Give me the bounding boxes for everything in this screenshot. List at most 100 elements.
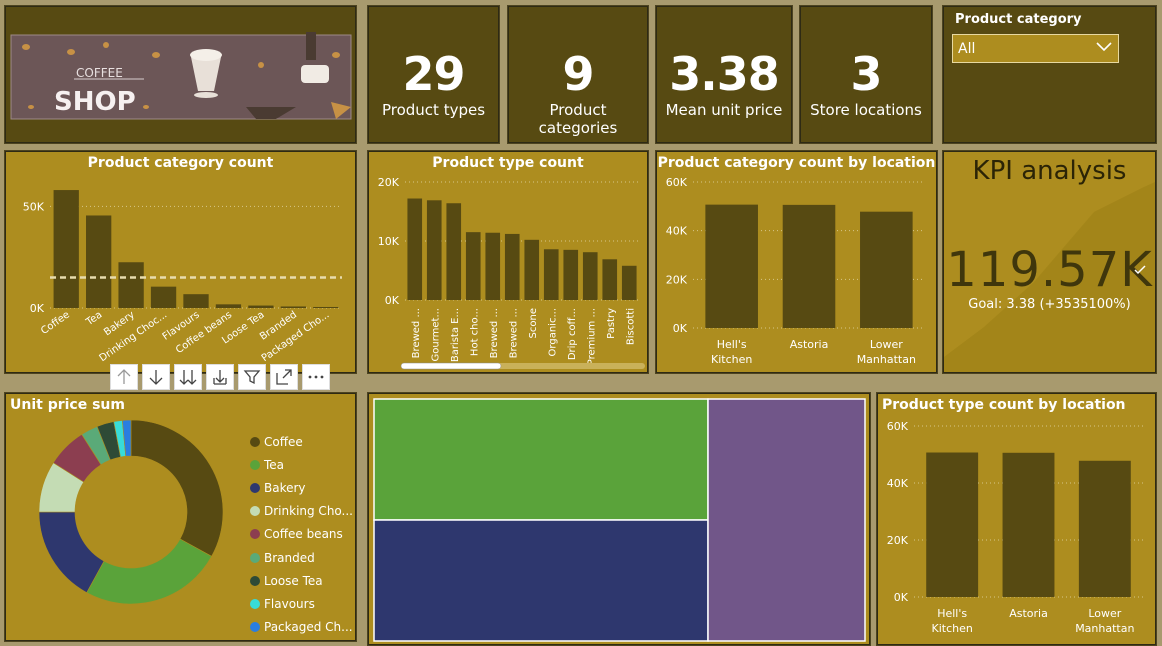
more-options-button[interactable] — [302, 364, 330, 390]
legend-swatch — [250, 552, 260, 563]
kpi-analysis-card[interactable]: KPI analysis 119.57K Goal: 3.38 (+353510… — [943, 151, 1156, 373]
legend-item[interactable]: Coffee beans — [250, 523, 353, 546]
x-tick-label: Drip coff... — [567, 308, 578, 360]
kpi-value: 3 — [850, 47, 882, 101]
bar — [926, 452, 979, 597]
x-tick-label: Biscotti — [625, 308, 636, 345]
more-options-icon — [308, 375, 324, 379]
legend-item[interactable]: Tea — [250, 453, 353, 476]
category-location-svg: 0K 20K 40K 60K Hell's Kitchen Astoria Lower Manh… — [666, 176, 925, 366]
bar — [602, 259, 618, 300]
kpi-card-mean-unit-price: 3.38 Mean unit price — [656, 6, 792, 143]
bar — [465, 232, 481, 300]
logo-tile: COFFEE SHOP — [5, 6, 356, 143]
kpi-value: 3.38 — [669, 47, 780, 101]
x-tick-label: Pastry — [606, 308, 617, 339]
legend-item[interactable]: Coffee — [250, 430, 353, 453]
bar — [705, 204, 758, 328]
bar — [150, 286, 177, 308]
legend-swatch — [250, 598, 260, 609]
treemap-tile-bakery[interactable] — [373, 519, 709, 642]
product-category-count-chart[interactable]: Product category count 0K 50K Coffee Tea Bak… — [5, 151, 356, 373]
legend-item[interactable]: Flavours — [250, 592, 353, 615]
check-icon — [1134, 265, 1146, 275]
bar — [313, 306, 339, 308]
expand-down-icon — [213, 370, 227, 385]
legend-item[interactable]: Loose Tea — [250, 569, 353, 592]
filter-icon — [243, 370, 261, 385]
kpi-analysis-value: 119.57K — [946, 242, 1153, 298]
category-by-location-chart[interactable]: Product category count by location 0K 20K… — [656, 151, 937, 373]
x-tick-label: Manhattan — [1075, 622, 1134, 635]
next-level-button[interactable] — [174, 364, 202, 390]
dropdown-value: All — [958, 41, 976, 57]
x-tick-label: Lower — [1088, 607, 1121, 620]
chart-title: Product type count — [432, 155, 584, 171]
filter-button[interactable] — [238, 364, 266, 390]
legend-item[interactable]: Branded — [250, 546, 353, 569]
focus-mode-button[interactable] — [270, 364, 298, 390]
category-count-svg: 0K50KCoffee TeaBakeryDrinking Choc...Flav… — [23, 190, 342, 364]
bar — [582, 252, 598, 300]
bar — [53, 190, 79, 308]
focus-mode-icon — [276, 369, 292, 385]
legend-label: Branded — [264, 550, 315, 565]
category-dropdown[interactable]: All — [952, 34, 1119, 63]
x-tick-label: Manhattan — [857, 353, 916, 366]
legend-item[interactable]: Packaged Ch... — [250, 616, 353, 639]
legend-swatch — [250, 459, 260, 470]
legend-swatch — [250, 575, 260, 586]
chevron-down-icon — [1096, 42, 1112, 52]
x-tick-label: Astoria — [1009, 607, 1048, 620]
expand-level-button[interactable] — [206, 364, 234, 390]
double-arrow-down-icon — [179, 370, 197, 385]
donut-slice — [130, 419, 224, 557]
x-tick-label: Tea — [84, 309, 105, 328]
kpi-analysis-title: KPI analysis — [972, 156, 1127, 186]
coffee-cup-icon — [301, 65, 329, 83]
y-tick-label: 0K — [894, 591, 909, 604]
visual-toolbar — [110, 364, 330, 390]
x-tick-label: Kitchen — [931, 622, 972, 635]
legend-label: Coffee beans — [264, 527, 343, 542]
type-location-svg: 0K 20K 40K 60K Hell's Kitchen Astoria Lower Manh… — [887, 420, 1143, 635]
legend-label: Tea — [264, 457, 285, 472]
x-tick-label: Lower — [870, 338, 903, 351]
x-tick-label: Barista E... — [450, 308, 461, 362]
x-tick-label: Coffee — [39, 309, 72, 337]
legend-item[interactable]: Bakery — [250, 476, 353, 499]
treemap-svg — [373, 398, 866, 642]
legend-label: Flavours — [264, 596, 315, 611]
bar — [860, 211, 913, 328]
drill-up-button[interactable] — [110, 364, 138, 390]
coffee-bottle-icon — [306, 32, 316, 60]
type-by-location-chart[interactable]: Product type count by location 0K 20K 40K 6… — [877, 393, 1156, 645]
legend-swatch — [250, 482, 260, 493]
kpi-value: 9 — [562, 47, 594, 101]
bar — [782, 204, 836, 328]
legend-label: Loose Tea — [264, 573, 323, 588]
scrollbar-thumb — [400, 362, 502, 370]
product-category-slicer: Product category All — [943, 6, 1156, 143]
donut-slice — [86, 538, 213, 605]
x-tick-label: Organic... — [547, 308, 558, 356]
legend-label: Drinking Cho... — [264, 504, 353, 519]
y-tick-label: 40K — [887, 477, 909, 490]
bar — [407, 198, 423, 300]
bar — [543, 249, 559, 300]
x-tick-label: Brewed ... — [489, 308, 500, 358]
treemap-chart[interactable] — [368, 393, 870, 645]
chart-title: Product category count — [87, 155, 274, 171]
x-tick-label: Coffee beans — [174, 309, 234, 356]
bar — [1002, 452, 1055, 597]
drill-down-button[interactable] — [142, 364, 170, 390]
bar — [248, 305, 274, 308]
treemap-tile-tea[interactable] — [373, 398, 709, 521]
legend-item[interactable]: Drinking Cho... — [250, 500, 353, 523]
bar — [1078, 460, 1131, 597]
x-tick-label: Hell's — [937, 607, 967, 620]
treemap-tile-drinking-chocolate[interactable] — [707, 398, 866, 642]
type-count-svg: 0K 10K 20K Brewed ... Gourmet... Barista E...… — [378, 176, 645, 370]
product-type-count-chart[interactable]: Product type count 0K 10K 20K Brewed ... Gou… — [368, 151, 648, 373]
legend-label: Coffee — [264, 434, 303, 449]
